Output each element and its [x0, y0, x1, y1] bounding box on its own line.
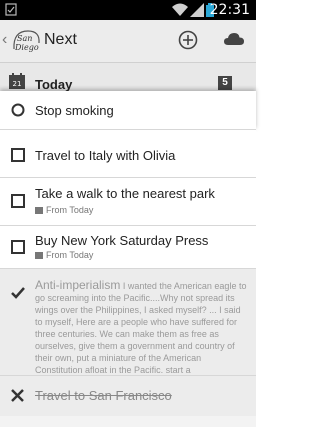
- status-bar: 22:31: [0, 0, 256, 20]
- task-row[interactable]: Stop smoking: [0, 91, 256, 130]
- task-date: From Today: [35, 205, 93, 215]
- section-header-today[interactable]: 21 Today 5: [0, 63, 256, 93]
- list-footer: [0, 416, 256, 427]
- task-title: Take a walk to the nearest park: [35, 186, 215, 201]
- checkbox-icon[interactable]: [11, 240, 25, 254]
- task-date-label: From Today: [46, 205, 94, 215]
- action-bar: ‹ San Diego Next: [0, 20, 256, 63]
- task-title: Travel to San Francisco: [35, 388, 172, 403]
- task-date-label: From Today: [46, 250, 94, 260]
- task-note: Anti-imperialism I wanted the American e…: [35, 279, 249, 373]
- done-checkmark-icon[interactable]: [11, 287, 25, 299]
- task-row[interactable]: Travel to Italy with Olivia: [0, 130, 256, 178]
- circle-checkbox-icon[interactable]: [11, 103, 25, 117]
- app-logo[interactable]: San Diego: [10, 25, 42, 57]
- add-task-icon[interactable]: [178, 30, 198, 50]
- signal-icon: [190, 3, 204, 17]
- small-calendar-icon: [35, 252, 43, 259]
- task-title: Stop smoking: [35, 103, 114, 118]
- task-row-cancelled[interactable]: Travel to San Francisco: [0, 376, 256, 417]
- section-count-badge: 5: [218, 76, 232, 90]
- page-title: Next: [44, 31, 77, 48]
- svg-text:Diego: Diego: [14, 43, 39, 52]
- task-title: Travel to Italy with Olivia: [35, 148, 176, 163]
- calendar-icon: 21: [9, 73, 25, 89]
- svg-text:San: San: [17, 34, 32, 43]
- checkbox-icon[interactable]: [11, 194, 25, 208]
- section-label: Today: [35, 77, 73, 92]
- task-row[interactable]: Take a walk to the nearest park From Tod…: [0, 178, 256, 226]
- task-row[interactable]: Buy New York Saturday Press From Today: [0, 226, 256, 269]
- status-time: 22:31: [209, 2, 250, 18]
- task-title: Anti-imperialism: [35, 279, 121, 292]
- calendar-day: 21: [13, 80, 22, 88]
- notification-icon: [5, 3, 17, 16]
- task-title: Buy New York Saturday Press: [35, 233, 209, 248]
- checkbox-icon[interactable]: [11, 148, 25, 162]
- up-navigation-icon[interactable]: ‹: [2, 31, 7, 49]
- sync-cloud-icon[interactable]: [224, 32, 244, 46]
- cancelled-x-icon[interactable]: [11, 389, 24, 402]
- task-row-done[interactable]: Anti-imperialism I wanted the American e…: [0, 269, 256, 376]
- task-note-text: I wanted the American eagle to go scream…: [35, 281, 247, 373]
- task-date: From Today: [35, 250, 93, 260]
- wifi-icon: [172, 3, 188, 16]
- small-calendar-icon: [35, 207, 43, 214]
